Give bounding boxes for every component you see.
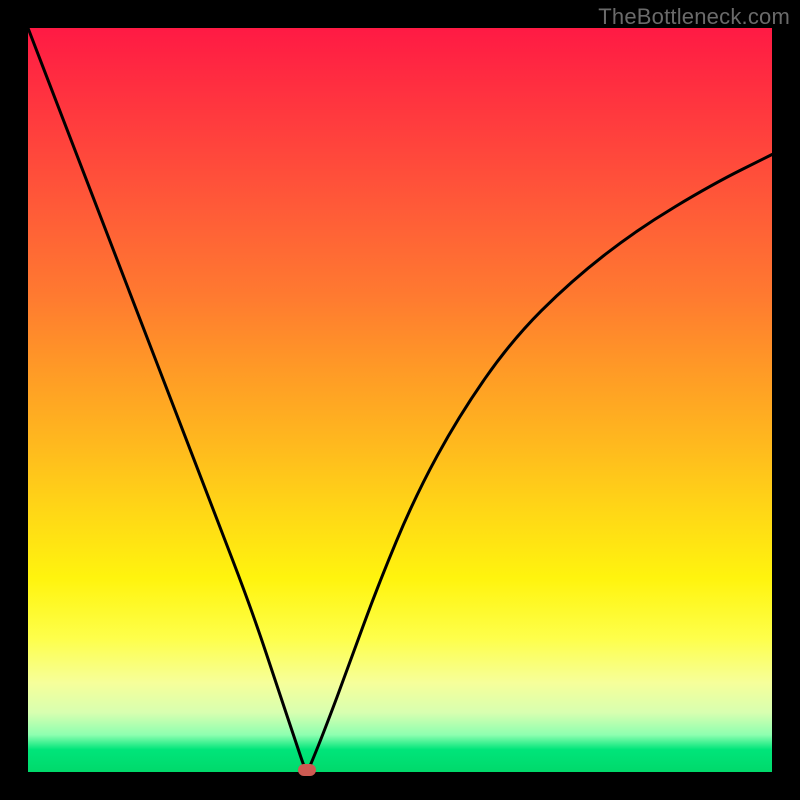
min-marker bbox=[298, 764, 316, 776]
plot-area bbox=[28, 28, 772, 772]
outer-frame: TheBottleneck.com bbox=[0, 0, 800, 800]
curve-svg bbox=[28, 28, 772, 772]
bottleneck-curve bbox=[28, 28, 772, 770]
watermark-text: TheBottleneck.com bbox=[598, 4, 790, 30]
